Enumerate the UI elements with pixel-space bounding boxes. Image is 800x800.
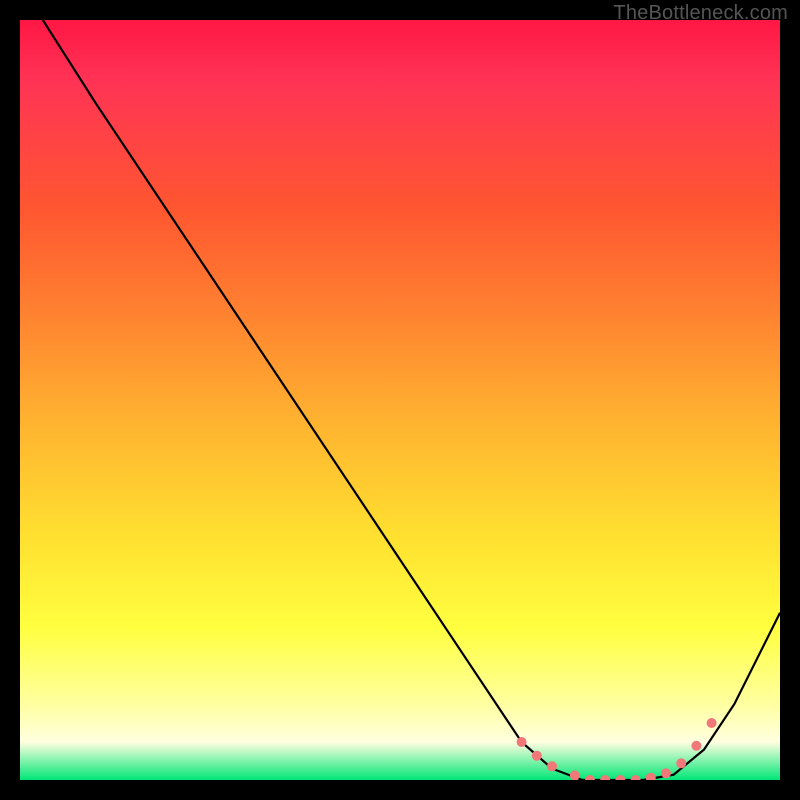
min-dot (676, 758, 686, 768)
min-dot (615, 775, 625, 780)
plot-area (20, 20, 780, 780)
min-dot (570, 770, 580, 780)
curve-layer (20, 20, 780, 780)
min-dot (661, 768, 671, 778)
watermark-text: TheBottleneck.com (613, 2, 788, 25)
bottleneck-curve (43, 20, 780, 780)
min-dot (532, 751, 542, 761)
chart-frame: TheBottleneck.com (0, 0, 800, 800)
min-dot (600, 775, 610, 780)
min-region-dots (517, 718, 717, 780)
min-dot (631, 775, 641, 780)
min-dot (707, 718, 717, 728)
min-dot (517, 737, 527, 747)
min-dot (646, 773, 656, 780)
min-dot (585, 775, 595, 780)
min-dot (547, 761, 557, 771)
min-dot (691, 741, 701, 751)
